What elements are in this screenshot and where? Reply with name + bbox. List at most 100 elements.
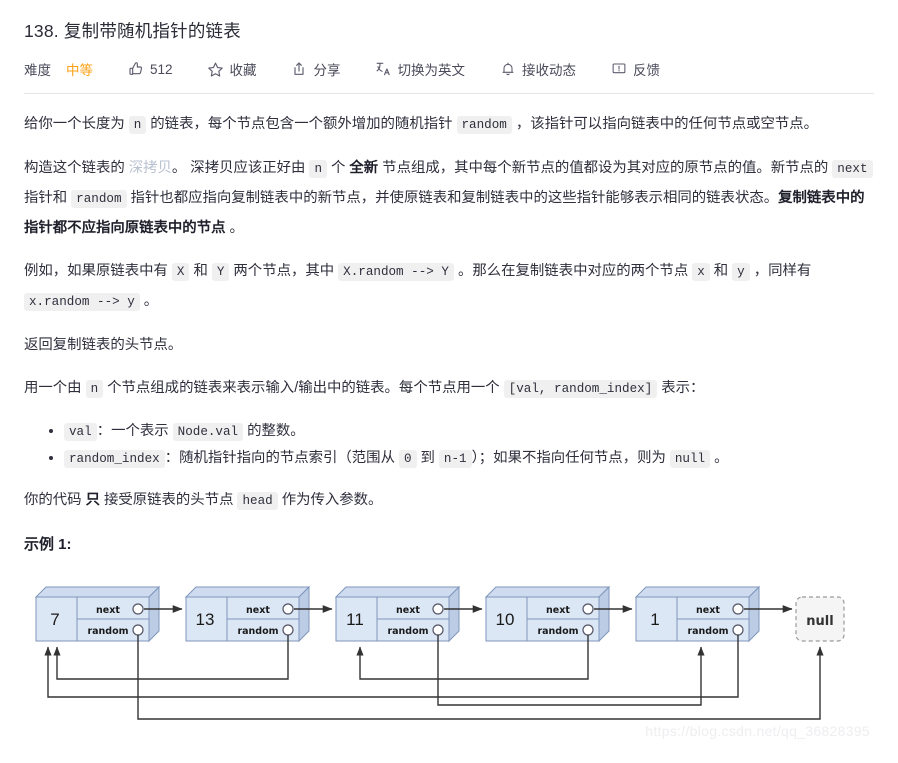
p5-text-a: 用一个由 bbox=[24, 380, 86, 396]
thumbs-up-icon bbox=[127, 61, 144, 78]
list-node: 13 next random bbox=[184, 585, 311, 643]
node-value: 7 bbox=[50, 610, 59, 629]
node-next-label: next bbox=[696, 605, 720, 616]
bullet1-code-val: val bbox=[64, 423, 97, 441]
feedback-button[interactable]: 反馈 bbox=[610, 59, 660, 79]
like-button[interactable]: 512 bbox=[127, 61, 173, 78]
p3-code-X: X bbox=[171, 263, 190, 281]
next-pointer-dot bbox=[282, 603, 294, 615]
node-next-label: next bbox=[546, 605, 570, 616]
list-node: 11 next random bbox=[334, 585, 461, 643]
list-item: random_index：随机指针指向的节点索引（范围从 0 到 n-1）；如果… bbox=[64, 445, 874, 472]
p3-text-b: 和 bbox=[189, 263, 212, 279]
p1-text-c: ，该指针可以指向链表中的任何节点或空节点。 bbox=[511, 116, 819, 132]
random-arrow-2-4 bbox=[437, 635, 705, 706]
node-value: 1 bbox=[650, 610, 659, 629]
bullet1-text-b: 的整数。 bbox=[243, 423, 305, 439]
p3-code-xrandom: x.random --> y bbox=[24, 293, 140, 311]
p3-code-x: x bbox=[692, 263, 710, 281]
p2-text-b: 。 深拷贝应该正好由 bbox=[171, 160, 310, 176]
example-1-title: 示例 1: bbox=[24, 536, 72, 553]
p3-text-d: 。那么在复制链表中对应的两个节点 bbox=[453, 263, 693, 279]
problem-meta-bar: 难度 中等 512 收藏 分享 切换为英文 接收动态 反馈 bbox=[24, 43, 874, 93]
paragraph-1: 给你一个长度为 n 的链表，每个节点包含一个额外增加的随机指针 random ，… bbox=[24, 110, 874, 140]
favorite-button[interactable]: 收藏 bbox=[207, 59, 257, 79]
list-node: 7 next random bbox=[34, 585, 161, 643]
p2-text-c: 个 bbox=[327, 160, 350, 176]
random-arrows bbox=[44, 635, 824, 720]
p1-code-n: n bbox=[128, 116, 147, 134]
subscribe-button[interactable]: 接收动态 bbox=[499, 59, 576, 79]
difficulty-value: 中等 bbox=[66, 63, 93, 78]
translate-label: 切换为英文 bbox=[397, 63, 466, 78]
null-label: null bbox=[806, 614, 833, 629]
node-random-label: random bbox=[237, 626, 278, 637]
node-random-label: random bbox=[537, 626, 578, 637]
random-arrow-3-2 bbox=[356, 635, 589, 680]
p2-text-a: 构造这个链表的 bbox=[24, 160, 129, 176]
null-node: null bbox=[795, 596, 845, 642]
node-value: 11 bbox=[346, 610, 364, 629]
problem-page: 138. 复制带随机指针的链表 难度 中等 512 收藏 分享 切换为英文 接收… bbox=[0, 0, 898, 763]
list-item: val：一个表示 Node.val 的整数。 bbox=[64, 418, 874, 445]
bell-icon bbox=[499, 61, 516, 78]
share-label: 分享 bbox=[313, 63, 341, 78]
p6-text-c: 作为传入参数。 bbox=[277, 492, 383, 508]
share-button[interactable]: 分享 bbox=[291, 59, 341, 79]
problem-description: 给你一个长度为 n 的链表，每个节点包含一个额外增加的随机指针 random ，… bbox=[24, 94, 874, 559]
p3-code-Xrandom: X.random --> Y bbox=[338, 263, 454, 281]
p2-text-d: 节点组成，其中每个新节点的值都设为其对应的原节点的值。新节点的 bbox=[378, 160, 833, 176]
random-pointer-dot bbox=[282, 624, 294, 636]
bullet2-code-zero: 0 bbox=[398, 450, 417, 468]
p3-text-c: 两个节点，其中 bbox=[229, 263, 339, 279]
p5-code-n: n bbox=[85, 380, 104, 398]
p2-bold-brandnew: 全新 bbox=[349, 160, 379, 176]
watermark: https://blog.csdn.net/qq_36828395 bbox=[645, 723, 870, 739]
p2-text-g: 。 bbox=[225, 220, 244, 236]
page-title: 138. 复制带随机指针的链表 bbox=[24, 21, 241, 41]
bullet2-text-c: ）；如果不指向任何节点，则为 bbox=[471, 450, 670, 466]
node-value: 10 bbox=[496, 610, 515, 629]
deep-copy-link[interactable]: 深拷贝 bbox=[129, 160, 172, 176]
p2-code-random: random bbox=[71, 190, 127, 208]
translate-button[interactable]: 切换为英文 bbox=[375, 59, 466, 79]
p1-text-b: 的链表，每个节点包含一个额外增加的随机指针 bbox=[146, 116, 457, 132]
bullet2-code-randomindex: random_index bbox=[64, 450, 165, 468]
p1-code-random: random bbox=[456, 116, 512, 134]
p3-text-g: 。 bbox=[139, 293, 159, 309]
p5-text-b: 个节点组成的链表来表示输入/输出中的链表。每个节点用一个 bbox=[103, 380, 504, 396]
difficulty-indicator: 难度 中等 bbox=[24, 59, 93, 79]
p6-text-a: 你的代码 bbox=[24, 492, 86, 508]
p2-text-e: 指针和 bbox=[24, 190, 72, 206]
node-next-label: next bbox=[96, 605, 120, 616]
next-pointer-dot bbox=[582, 603, 594, 615]
p5-code-pair: [val, random_index] bbox=[503, 380, 658, 398]
bullet1-code-nodeval: Node.val bbox=[172, 423, 244, 441]
p2-text-f: 指针也都应指向复制链表中的新节点，并使原链表和复制链表中的这些指针能够表示相同的… bbox=[126, 190, 779, 206]
p3-code-Y: Y bbox=[211, 263, 230, 281]
p3-code-y: y bbox=[732, 263, 750, 281]
node-next-label: next bbox=[396, 605, 420, 616]
bullet2-text-d: 。 bbox=[710, 450, 729, 466]
paragraph-3: 例如，如果原链表中有 X 和 Y 两个节点，其中 X.random --> Y … bbox=[24, 257, 874, 317]
p6-code-head: head bbox=[237, 492, 278, 510]
linked-list-svg: 7 next random 13 next random 11 next ran… bbox=[34, 585, 845, 720]
star-icon bbox=[207, 61, 224, 78]
bullet2-code-null: null bbox=[669, 450, 711, 468]
p6-text-b: 接受原链表的头节点 bbox=[99, 492, 238, 508]
next-pointer-dot bbox=[132, 603, 144, 615]
next-pointer-dot bbox=[732, 603, 744, 615]
bullet2-text-a: ：随机指针指向的节点索引（范围从 bbox=[164, 450, 399, 466]
list-node: 1 next random bbox=[634, 585, 761, 643]
paragraph-2: 构造这个链表的 深拷贝。 深拷贝应该正好由 n 个 全新 节点组成，其中每个新节… bbox=[24, 154, 874, 243]
translate-icon bbox=[375, 61, 392, 78]
paragraph-4: 返回复制链表的头节点。 bbox=[24, 337, 183, 353]
share-icon bbox=[291, 61, 308, 78]
p2-code-n: n bbox=[309, 160, 327, 178]
bullet1-text-a: ：一个表示 bbox=[96, 423, 173, 439]
example-1-diagram: 7 next random 13 next random 11 next ran… bbox=[24, 583, 874, 743]
random-arrow-4-0 bbox=[44, 635, 739, 698]
p6-bold-only: 只 bbox=[85, 492, 100, 508]
p3-text-a: 例如，如果原链表中有 bbox=[24, 263, 172, 279]
p1-text-a: 给你一个长度为 bbox=[24, 116, 129, 132]
